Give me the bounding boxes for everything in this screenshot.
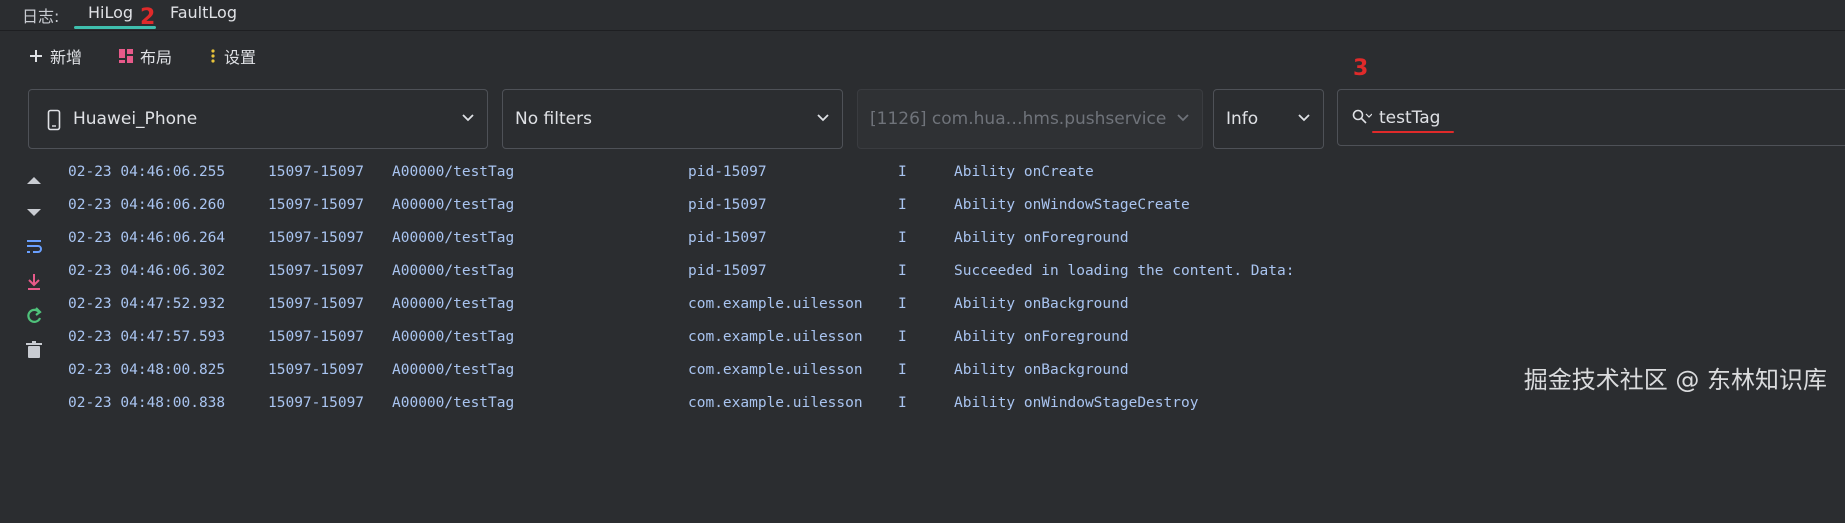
log-level: I — [898, 329, 907, 345]
log-row: 02-23 04:46:06.255 15097-15097 A00000/te… — [68, 164, 1768, 188]
log-row: 02-23 04:48:00.838 15097-15097 A00000/te… — [68, 395, 1768, 419]
log-time: 02-23 04:47:52.932 — [68, 296, 226, 312]
layout-icon — [119, 49, 133, 63]
log-tag: A00000/testTag — [392, 197, 515, 213]
log-tab-bar: 日志: HiLog FaultLog 2 — [0, 0, 1845, 31]
log-time: 02-23 04:46:06.255 — [68, 164, 226, 180]
layout-button-label: 布局 — [140, 48, 173, 67]
log-row: 02-23 04:46:06.260 15097-15097 A00000/te… — [68, 197, 1768, 221]
log-time: 02-23 04:46:06.260 — [68, 197, 226, 213]
log-message: Ability onForeground — [954, 230, 1129, 246]
log-tag: A00000/testTag — [392, 329, 515, 345]
log-message: Ability onWindowStageDestroy — [954, 395, 1199, 411]
layout-button[interactable]: 布局 — [118, 44, 172, 68]
log-label: 日志: — [22, 7, 60, 26]
log-time: 02-23 04:47:57.593 — [68, 329, 226, 345]
log-row: 02-23 04:46:06.302 15097-15097 A00000/te… — [68, 263, 1768, 287]
log-message: Ability onWindowStageCreate — [954, 197, 1190, 213]
device-select[interactable]: Huawei_Phone — [28, 89, 488, 149]
log-level: I — [898, 197, 907, 213]
log-package: pid-15097 — [688, 164, 767, 180]
log-row: 02-23 04:47:57.593 15097-15097 A00000/te… — [68, 329, 1768, 353]
log-package: com.example.uilesson — [688, 362, 863, 378]
search-annotation-underline — [1372, 131, 1454, 133]
log-package: pid-15097 — [688, 230, 767, 246]
log-tag: A00000/testTag — [392, 230, 515, 246]
log-package: pid-15097 — [688, 197, 767, 213]
log-message: Ability onCreate — [954, 164, 1094, 180]
log-time: 02-23 04:46:06.302 — [68, 263, 226, 279]
log-package: com.example.uilesson — [688, 395, 863, 411]
settings-button-label: 设置 — [224, 48, 257, 67]
log-package: pid-15097 — [688, 263, 767, 279]
log-tag: A00000/testTag — [392, 362, 515, 378]
log-pid: 15097-15097 — [268, 296, 365, 312]
level-select[interactable]: Info — [1213, 89, 1324, 149]
scroll-to-end-icon[interactable] — [24, 272, 44, 292]
tab-faultlog[interactable]: FaultLog — [170, 3, 237, 22]
log-package: com.example.uilesson — [688, 296, 863, 312]
device-select-value: Huawei_Phone — [73, 109, 198, 129]
plus-icon — [30, 50, 42, 62]
log-package: com.example.uilesson — [688, 329, 863, 345]
log-row: 02-23 04:46:06.264 15097-15097 A00000/te… — [68, 230, 1768, 254]
log-time: 02-23 04:48:00.838 — [68, 395, 226, 411]
level-select-value: Info — [1226, 109, 1259, 129]
log-pid: 15097-15097 — [268, 263, 365, 279]
add-button-label: 新增 — [50, 48, 83, 67]
log-row: 02-23 04:48:00.825 15097-15097 A00000/te… — [68, 362, 1768, 386]
scroll-down-icon[interactable] — [24, 202, 44, 222]
log-tag: A00000/testTag — [392, 263, 515, 279]
log-gutter — [0, 160, 60, 406]
restart-icon[interactable] — [24, 306, 44, 326]
chevron-down-icon — [462, 114, 474, 122]
log-pid: 15097-15097 — [268, 230, 365, 246]
log-time: 02-23 04:48:00.825 — [68, 362, 226, 378]
scroll-up-icon[interactable] — [24, 170, 44, 190]
chevron-down-icon — [1177, 114, 1189, 122]
log-tag: A00000/testTag — [392, 296, 515, 312]
search-input-value: testTag — [1379, 108, 1441, 128]
process-select-value: [1126] com.hua…hms.pushservice — [870, 109, 1167, 129]
chevron-down-icon — [817, 114, 829, 122]
log-level: I — [898, 263, 907, 279]
toolbar: 新增 布局 设置 — [0, 36, 1845, 76]
soft-wrap-icon[interactable] — [24, 236, 44, 256]
tab-hilog[interactable]: HiLog — [88, 3, 133, 22]
process-select: [1126] com.hua…hms.pushservice — [857, 89, 1203, 149]
log-pid: 15097-15097 — [268, 329, 365, 345]
watermark: 掘金技术社区 @ 东林知识库 — [1523, 366, 1827, 394]
more-vertical-icon — [211, 49, 215, 63]
filter-select[interactable]: No filters — [502, 89, 843, 149]
log-level: I — [898, 362, 907, 378]
search-icon — [1352, 109, 1372, 124]
log-level: I — [898, 164, 907, 180]
clear-trash-icon[interactable] — [24, 340, 44, 360]
log-tag: A00000/testTag — [392, 164, 515, 180]
log-row: 02-23 04:47:52.932 15097-15097 A00000/te… — [68, 296, 1768, 320]
log-message: Succeeded in loading the content. Data: — [954, 263, 1295, 279]
log-message: Ability onBackground — [954, 296, 1129, 312]
search-input[interactable]: testTag — [1337, 89, 1845, 146]
log-tag: A00000/testTag — [392, 395, 515, 411]
log-message: Ability onBackground — [954, 362, 1129, 378]
log-level: I — [898, 395, 907, 411]
add-button[interactable]: 新增 — [28, 44, 82, 68]
log-pid: 15097-15097 — [268, 197, 365, 213]
log-level: I — [898, 230, 907, 246]
log-message: Ability onForeground — [954, 329, 1129, 345]
log-pid: 15097-15097 — [268, 362, 365, 378]
phone-icon — [47, 109, 61, 131]
filter-select-value: No filters — [515, 109, 592, 129]
settings-button[interactable]: 设置 — [208, 44, 256, 68]
annotation-marker-2: 2 — [140, 5, 156, 30]
log-level: I — [898, 296, 907, 312]
annotation-marker-3: 3 — [1353, 56, 1369, 81]
log-time: 02-23 04:46:06.264 — [68, 230, 226, 246]
chevron-down-icon — [1298, 114, 1310, 122]
log-pid: 15097-15097 — [268, 164, 365, 180]
log-pid: 15097-15097 — [268, 395, 365, 411]
